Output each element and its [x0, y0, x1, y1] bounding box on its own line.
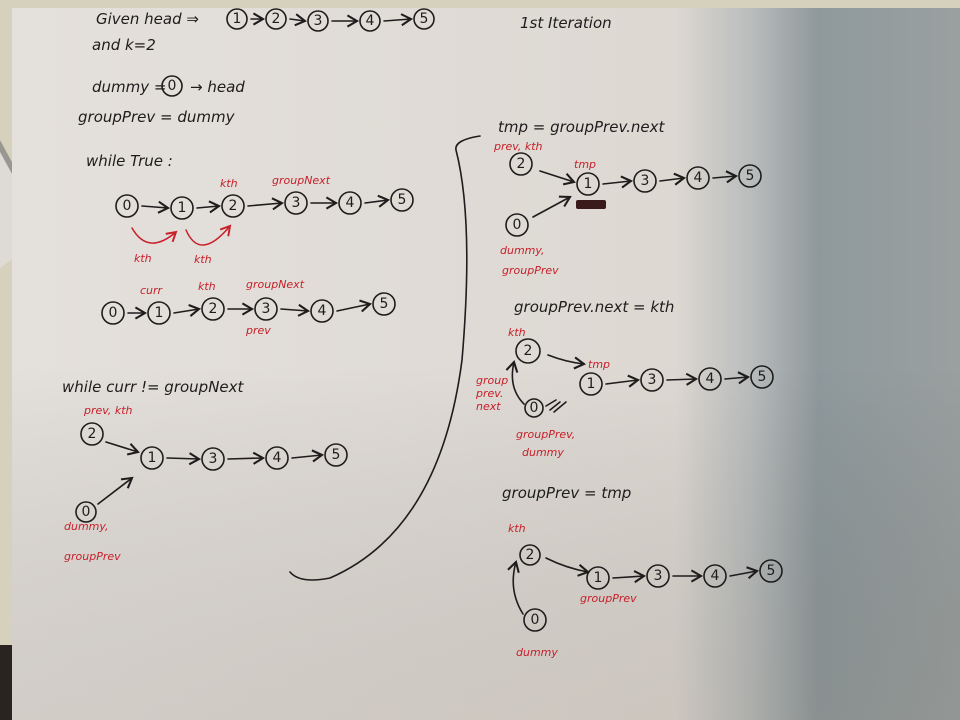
- node-value: 3: [641, 173, 650, 189]
- node-value: 1: [148, 450, 157, 466]
- node-value: 4: [711, 568, 720, 584]
- node-value: 5: [746, 168, 755, 184]
- node-value: 0: [123, 198, 132, 214]
- node-value: 0: [531, 612, 540, 628]
- scribbled-out-text: [576, 200, 606, 209]
- given-text: Given head ⇒: [96, 10, 199, 28]
- label-tmp: tmp: [574, 158, 596, 171]
- label-groupprev: groupPrev: [502, 264, 559, 277]
- label-groupnext: groupNext: [272, 174, 331, 187]
- while-curr-label: while curr != groupNext: [62, 378, 245, 396]
- label-kth-step-2: kth: [194, 253, 212, 266]
- groupprev-assign: groupPrev = dummy: [78, 108, 236, 126]
- label-kth: kth: [508, 326, 526, 339]
- label-groupprev: groupPrev: [64, 550, 121, 563]
- node-value: 4: [694, 170, 703, 186]
- step2-title: groupPrev.next = kth: [514, 298, 674, 316]
- label-prev-kth: prev, kth: [83, 404, 133, 417]
- dummy-head-text: → head: [190, 78, 245, 96]
- label-dummy: dummy: [522, 446, 564, 459]
- step3-title: groupPrev = tmp: [502, 484, 631, 502]
- notes-photo: Given head ⇒ 1 2 3 4 5 and k=2 dummy = 0 → h…: [0, 0, 960, 720]
- label-tmp: tmp: [588, 358, 610, 371]
- dummy-text: dummy =: [92, 78, 166, 96]
- node-value: 3: [209, 451, 218, 467]
- node-value: 0: [82, 504, 91, 520]
- node-value: 5: [398, 192, 407, 208]
- node-value: 5: [420, 11, 429, 27]
- iteration-title: 1st Iteration: [520, 14, 612, 32]
- while-true-label: while True :: [86, 152, 173, 170]
- side-note-1: group: [476, 374, 508, 387]
- label-dummy: dummy: [516, 646, 558, 659]
- node-value: 3: [262, 301, 271, 317]
- label-curr: curr: [140, 284, 164, 297]
- label-groupnext: groupNext: [246, 278, 305, 291]
- node-value: 0: [513, 217, 522, 233]
- k-text: and k=2: [92, 36, 156, 54]
- node-value: 1: [155, 305, 164, 321]
- label-groupprev: groupPrev: [580, 592, 637, 605]
- header-dummy: dummy = 0 → head: [92, 75, 245, 97]
- node-value: 3: [314, 13, 323, 29]
- label-prev: prev: [245, 324, 271, 337]
- node-value: 2: [209, 301, 218, 317]
- node-value: 2: [517, 156, 526, 172]
- dummy-node-label: 0: [168, 78, 177, 94]
- label-dummy: dummy,: [500, 244, 545, 257]
- node-value: 0: [530, 400, 539, 416]
- node-value: 4: [706, 371, 715, 387]
- node-value: 4: [318, 303, 327, 319]
- node-value: 2: [229, 198, 238, 214]
- label-kth: kth: [198, 280, 216, 293]
- next-pointer-arrow: [666, 372, 699, 386]
- node-value: 4: [273, 450, 282, 466]
- next-pointer-arrow: [227, 451, 266, 465]
- label-kth: kth: [220, 177, 238, 190]
- node-value: 3: [292, 195, 301, 211]
- node-value: 5: [332, 447, 341, 463]
- node-value: 1: [587, 376, 596, 392]
- node-value: 1: [594, 570, 603, 586]
- node-value: 2: [526, 547, 535, 563]
- node-value: 3: [654, 568, 663, 584]
- dark-object: [0, 645, 12, 720]
- node-value: 4: [346, 195, 355, 211]
- node-value: 1: [178, 200, 187, 216]
- node-value: 3: [648, 372, 657, 388]
- label-kth: kth: [508, 522, 526, 535]
- node-value: 4: [366, 13, 375, 29]
- step1-title: tmp = groupPrev.next: [498, 118, 665, 136]
- node-value: 5: [767, 563, 776, 579]
- node-value: 2: [524, 343, 533, 359]
- node-value: 1: [233, 11, 242, 27]
- node-value: 2: [88, 426, 97, 442]
- node-value: 0: [109, 305, 118, 321]
- label-groupprev: groupPrev,: [516, 428, 575, 441]
- label-kth-step-1: kth: [134, 252, 152, 265]
- node-value: 1: [584, 176, 593, 192]
- next-pointer-arrow: [166, 452, 202, 466]
- side-note-3: next: [476, 400, 501, 413]
- side-note-2: prev.: [475, 387, 503, 400]
- label-prev-kth: prev, kth: [493, 140, 543, 153]
- node-value: 5: [758, 369, 767, 385]
- node-value: 2: [272, 11, 281, 27]
- node-value: 5: [380, 296, 389, 312]
